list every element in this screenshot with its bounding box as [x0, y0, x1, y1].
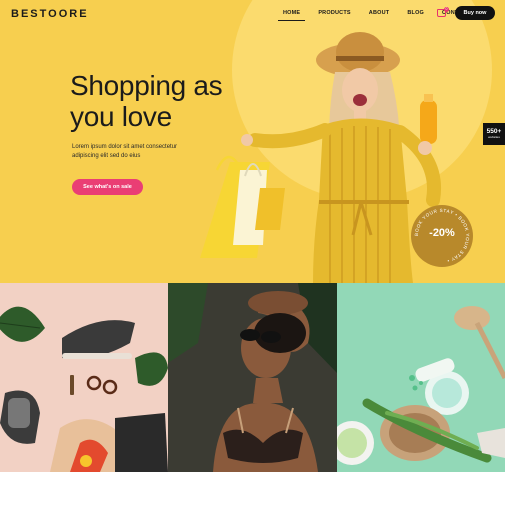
main-nav: HOME PRODUCTS ABOUT BLOG CONTACT — [278, 10, 483, 21]
woman-sunglasses-tile[interactable] — [168, 283, 337, 472]
discount-value: -20% — [429, 227, 455, 239]
sunglasses-icon — [240, 329, 260, 341]
discount-badge: BOOK YOUR STAY • BOOK YOUR STAY • -20% — [411, 205, 473, 267]
nav-item-blog[interactable]: BLOG — [402, 10, 429, 21]
bag-icon — [115, 413, 168, 472]
side-badge-label: websites — [488, 135, 500, 139]
fashion-accessories-photo — [0, 306, 168, 472]
cosmetics-aloe-photo — [337, 306, 505, 465]
hero-headline-line2: you love — [70, 101, 172, 132]
see-sale-button[interactable]: See what's on sale — [72, 179, 143, 195]
footer-spacer — [0, 472, 505, 505]
hero-section: BESTOORE HOME PRODUCTS ABOUT BLOG CONTAC… — [0, 0, 505, 283]
side-badge-count: 550+ — [486, 128, 502, 135]
fashion-accessories-tile[interactable] — [0, 283, 168, 472]
brand-logo[interactable]: BESTOORE — [11, 8, 89, 20]
cosmetics-aloe-tile[interactable] — [337, 283, 505, 472]
nav-item-home[interactable]: HOME — [278, 10, 306, 21]
hero-headline: Shopping as you love — [70, 70, 240, 132]
cart-count-badge: 0 — [444, 7, 449, 12]
buy-now-button[interactable]: Buy now — [455, 6, 495, 20]
nav-item-products[interactable]: PRODUCTS — [313, 10, 355, 21]
sunglasses-icon — [86, 375, 102, 391]
woman-sunglasses-photo — [168, 283, 337, 472]
hero-subtext: Lorem ipsum dolor sit amet consectetur a… — [72, 144, 178, 159]
side-websites-badge[interactable]: 550+ websites — [483, 123, 505, 145]
hero-headline-line1: Shopping as — [70, 70, 223, 101]
nav-item-about[interactable]: ABOUT — [364, 10, 395, 21]
